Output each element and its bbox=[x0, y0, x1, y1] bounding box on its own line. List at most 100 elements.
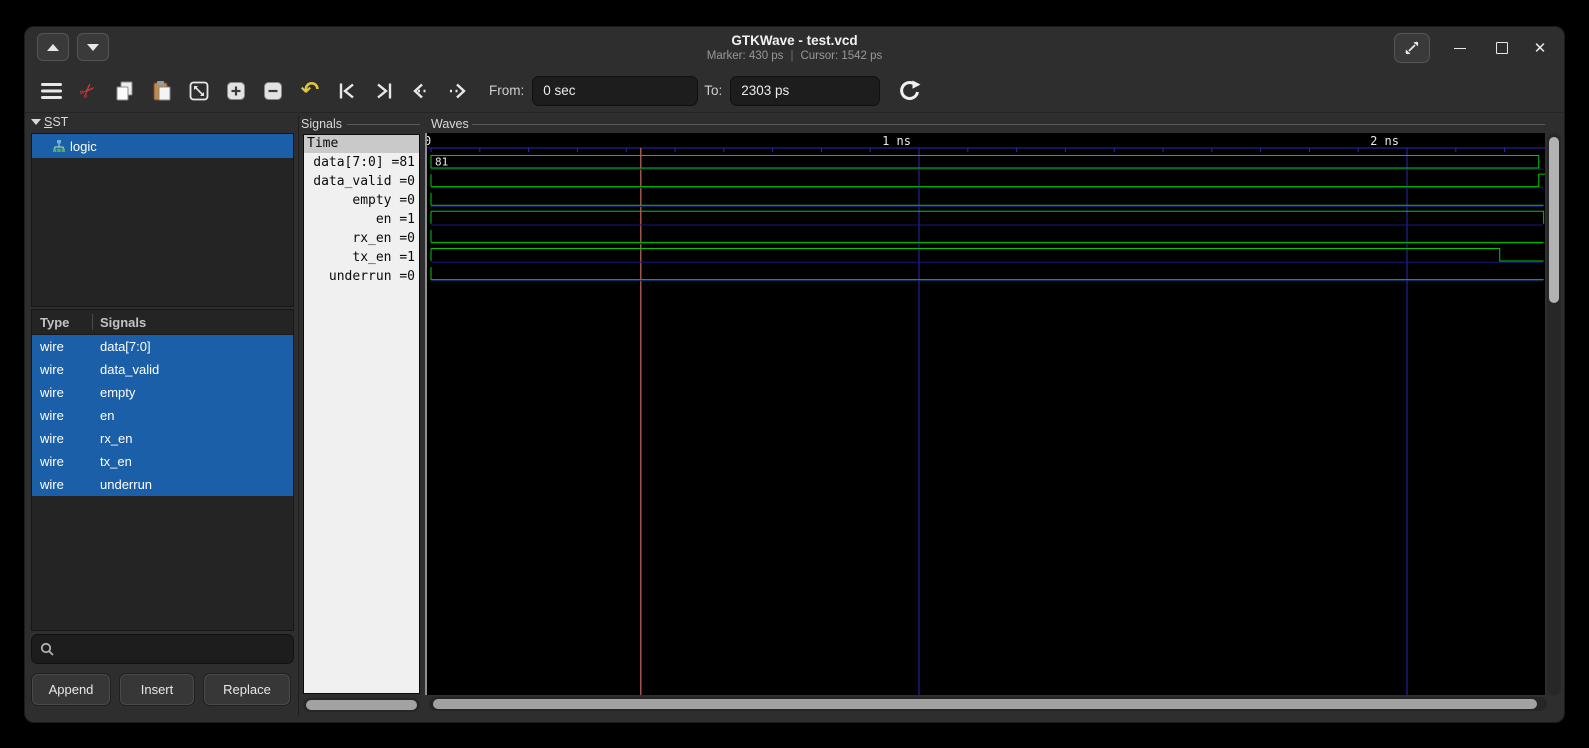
search-box[interactable] bbox=[31, 634, 294, 664]
waves-hscroll-thumb[interactable] bbox=[433, 699, 1537, 709]
expand-window-button[interactable] bbox=[1394, 33, 1430, 63]
wave-trace-tx_en bbox=[431, 249, 1544, 262]
table-row-data_valid[interactable]: wiredata_valid bbox=[32, 358, 293, 381]
timescale-label: 2 ns bbox=[1370, 134, 1399, 148]
waves-vscrollbar[interactable] bbox=[1547, 133, 1561, 695]
signals-list[interactable]: Time data[7:0] =81data_valid =0empty =0e… bbox=[303, 134, 420, 694]
copy-icon[interactable] bbox=[113, 79, 137, 103]
zoom-in-icon[interactable] bbox=[224, 79, 248, 103]
waves-hscrollbar[interactable] bbox=[429, 697, 1547, 711]
search-icon bbox=[40, 642, 55, 657]
zoom-out-icon[interactable] bbox=[261, 79, 285, 103]
cell-type: wire bbox=[32, 477, 92, 492]
sst-header[interactable]: SST bbox=[31, 115, 68, 129]
minimize-button[interactable] bbox=[1445, 33, 1475, 63]
reload-icon[interactable] bbox=[898, 79, 922, 103]
type-column-header: Type bbox=[32, 315, 92, 330]
insert-button[interactable]: Insert bbox=[119, 673, 195, 706]
signals-column-header: Signals bbox=[100, 315, 146, 330]
to-label: To: bbox=[704, 83, 722, 98]
to-input[interactable] bbox=[730, 76, 880, 106]
table-row-en[interactable]: wireen bbox=[32, 404, 293, 427]
maximize-icon bbox=[1496, 42, 1508, 54]
maximize-button[interactable] bbox=[1487, 33, 1517, 63]
timescale-label: 0 bbox=[427, 134, 431, 148]
search-input[interactable] bbox=[61, 641, 275, 658]
waves-label-line bbox=[472, 124, 1545, 125]
signal-values: data[7:0] =81data_valid =0empty =0en =1r… bbox=[304, 153, 419, 286]
tree-item-label: logic bbox=[70, 139, 97, 154]
next-transition-icon[interactable] bbox=[446, 79, 470, 103]
titlebar: GTKWave - test.vcd Marker: 430 ps | Cursor… bbox=[25, 27, 1564, 69]
table-row-data[7:0][interactable]: wiredata[7:0] bbox=[32, 335, 293, 358]
signal-value-row-underrun[interactable]: underrun =0 bbox=[304, 267, 419, 286]
signal-type-table: Type Signals wiredata[7:0]wiredata_valid… bbox=[31, 309, 294, 631]
cell-type: wire bbox=[32, 431, 92, 446]
cursor-status: Cursor: 1542 ps bbox=[800, 50, 882, 62]
signal-value-row-rx_en[interactable]: rx_en =0 bbox=[304, 229, 419, 248]
table-body: wiredata[7:0]wiredata_validwireemptywire… bbox=[32, 335, 293, 496]
time-row[interactable]: Time bbox=[304, 135, 419, 153]
signal-value-row-en[interactable]: en =1 bbox=[304, 210, 419, 229]
cell-type: wire bbox=[32, 362, 92, 377]
wave-trace-data_valid bbox=[431, 174, 1545, 187]
pane-divider[interactable] bbox=[298, 115, 299, 715]
signal-value-row-data_valid[interactable]: data_valid =0 bbox=[304, 172, 419, 191]
toolbar: ✂ ↶ From: To: bbox=[25, 69, 1564, 113]
signals-hscroll-thumb[interactable] bbox=[306, 700, 417, 710]
signals-hscrollbar[interactable] bbox=[303, 698, 420, 712]
wave-bus-data[7:0] bbox=[431, 156, 1539, 169]
sst-tree: logic bbox=[31, 133, 294, 307]
signal-value-row-data[7:0][interactable]: data[7:0] =81 bbox=[304, 153, 419, 172]
prev-transition-icon[interactable] bbox=[409, 79, 433, 103]
window-status: Marker: 430 ps | Cursor: 1542 ps bbox=[25, 49, 1564, 64]
timescale-label: 1 ns bbox=[882, 134, 911, 148]
sst-label: SST bbox=[44, 115, 68, 129]
append-button[interactable]: Append bbox=[31, 673, 111, 706]
close-button[interactable]: ✕ bbox=[1525, 33, 1555, 63]
waves-pane-label: Waves bbox=[431, 117, 469, 131]
gtkwave-window: GTKWave - test.vcd Marker: 430 ps | Cursor… bbox=[24, 26, 1565, 723]
cell-type: wire bbox=[32, 339, 92, 354]
table-row-tx_en[interactable]: wiretx_en bbox=[32, 450, 293, 473]
window-title: GTKWave - test.vcd bbox=[25, 32, 1564, 49]
bus-value-label: 81 bbox=[435, 156, 448, 169]
menu-icon[interactable] bbox=[39, 79, 63, 103]
table-row-rx_en[interactable]: wirerx_en bbox=[32, 427, 293, 450]
skip-to-start-icon[interactable] bbox=[335, 79, 359, 103]
hierarchy-icon bbox=[52, 139, 66, 153]
waves-vscroll-thumb[interactable] bbox=[1549, 137, 1559, 303]
cell-name: empty bbox=[92, 385, 135, 400]
from-input[interactable] bbox=[532, 76, 698, 106]
tree-item-logic[interactable]: logic bbox=[32, 134, 293, 158]
signals-label-line bbox=[347, 124, 420, 125]
cell-type: wire bbox=[32, 385, 92, 400]
from-label: From: bbox=[489, 83, 524, 98]
title-block: GTKWave - test.vcd Marker: 430 ps | Cursor… bbox=[25, 32, 1564, 64]
table-header: Type Signals bbox=[32, 310, 293, 335]
undo-icon[interactable]: ↶ bbox=[298, 79, 322, 103]
paste-icon[interactable] bbox=[150, 79, 174, 103]
close-icon: ✕ bbox=[1534, 39, 1547, 57]
collapse-triangle-icon bbox=[31, 119, 41, 125]
minimize-icon bbox=[1454, 48, 1466, 49]
wave-canvas[interactable]: 0 1 ns 2 ns 81 bbox=[427, 133, 1545, 695]
cell-name: data[7:0] bbox=[92, 339, 151, 354]
zoom-fit-icon[interactable] bbox=[187, 79, 211, 103]
cell-name: data_valid bbox=[92, 362, 159, 377]
signal-value-row-tx_en[interactable]: tx_en =1 bbox=[304, 248, 419, 267]
skip-to-end-icon[interactable] bbox=[372, 79, 396, 103]
cell-type: wire bbox=[32, 408, 92, 423]
cut-icon[interactable]: ✂ bbox=[76, 79, 100, 103]
column-divider bbox=[92, 314, 93, 330]
signals-pane-label: Signals bbox=[301, 117, 342, 131]
table-row-underrun[interactable]: wireunderrun bbox=[32, 473, 293, 496]
replace-button[interactable]: Replace bbox=[203, 673, 291, 706]
marker-status: Marker: 430 ps bbox=[707, 50, 784, 62]
signal-value-row-empty[interactable]: empty =0 bbox=[304, 191, 419, 210]
expand-icon bbox=[1404, 40, 1420, 56]
cell-name: underrun bbox=[92, 477, 152, 492]
cell-name: en bbox=[92, 408, 114, 423]
status-separator: | bbox=[790, 50, 793, 62]
table-row-empty[interactable]: wireempty bbox=[32, 381, 293, 404]
